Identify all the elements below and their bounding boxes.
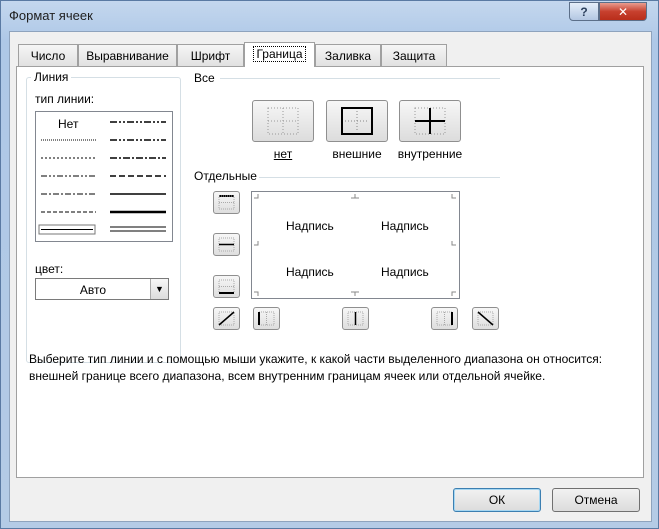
format-cells-dialog: Формат ячеек ? ✕ Число Выравнивание Шриф… — [0, 0, 659, 529]
preset-none-button[interactable] — [252, 100, 314, 142]
tab-alignment[interactable]: Выравнивание — [78, 44, 177, 66]
border-outline-icon — [341, 107, 373, 135]
diagonal-down-icon — [477, 311, 494, 326]
border-preview[interactable]: Надпись Надпись Надпись Надпись — [251, 191, 460, 299]
preset-inside-label: внутренние — [397, 147, 463, 161]
border-middle-vertical-button[interactable] — [342, 307, 369, 330]
preview-text-top-left: Надпись — [286, 219, 334, 233]
preset-inside-button[interactable] — [399, 100, 461, 142]
border-tab-panel: Линия тип линии: Нет цвет: Авто ▼ Все не… — [16, 66, 644, 478]
presets-group-title: Все — [191, 71, 218, 85]
line-color-select[interactable]: Авто ▼ — [35, 278, 169, 300]
dialog-client-area: Число Выравнивание Шрифт Граница Заливка… — [9, 31, 652, 522]
border-diagonal-down-button[interactable] — [472, 307, 499, 330]
preview-text-bottom-right: Надпись — [381, 265, 429, 279]
border-left-icon — [258, 311, 275, 326]
line-style-list: Нет — [35, 111, 173, 242]
tab-fill[interactable]: Заливка — [315, 44, 381, 66]
dialog-title: Формат ячеек — [9, 8, 93, 23]
chevron-down-icon[interactable]: ▼ — [150, 279, 168, 299]
line-style-label: тип линии: — [35, 92, 95, 106]
border-left-button[interactable] — [253, 307, 280, 330]
border-diagonal-up-button[interactable] — [213, 307, 240, 330]
tab-number[interactable]: Число — [18, 44, 78, 66]
border-inner-vertical-icon — [347, 311, 364, 326]
individual-separator — [259, 177, 500, 178]
line-color-label: цвет: — [35, 262, 64, 276]
preview-text-top-right: Надпись — [381, 219, 429, 233]
ok-button[interactable]: ОК — [453, 488, 541, 512]
border-inside-icon — [414, 107, 446, 135]
line-color-value: Авто — [79, 283, 107, 297]
preview-text-bottom-left: Надпись — [286, 265, 334, 279]
diagonal-up-icon — [218, 311, 235, 326]
tab-border[interactable]: Граница — [244, 42, 315, 67]
border-top-icon — [218, 195, 235, 210]
border-bottom-button[interactable] — [213, 275, 240, 298]
line-style-samples — [38, 121, 166, 235]
tab-protection[interactable]: Защита — [381, 44, 447, 66]
line-group-title: Линия — [31, 70, 72, 84]
preview-corner-marks — [254, 194, 456, 296]
border-middle-horizontal-button[interactable] — [213, 233, 240, 256]
hint-line-2: внешней границе всего диапазона, всем вн… — [29, 369, 546, 383]
tab-font[interactable]: Шрифт — [177, 44, 244, 66]
border-inner-horizontal-icon — [218, 237, 235, 252]
border-right-button[interactable] — [431, 307, 458, 330]
hint-line-1: Выберите тип линии и с помощью мыши укаж… — [29, 352, 603, 366]
preset-outline-button[interactable] — [326, 100, 388, 142]
border-right-icon — [436, 311, 453, 326]
cancel-button[interactable]: Отмена — [552, 488, 640, 512]
presets-separator — [220, 78, 500, 79]
border-bottom-icon — [218, 279, 235, 294]
hint-text: Выберите тип линии и с помощью мыши укаж… — [29, 351, 619, 385]
individual-group-title: Отдельные — [191, 169, 260, 183]
border-top-button[interactable] — [213, 191, 240, 214]
close-button[interactable]: ✕ — [599, 2, 647, 21]
title-bar[interactable]: Формат ячеек ? ✕ — [1, 1, 658, 31]
line-style-option[interactable] — [38, 121, 166, 235]
help-button[interactable]: ? — [569, 2, 599, 21]
border-none-icon — [267, 107, 299, 135]
